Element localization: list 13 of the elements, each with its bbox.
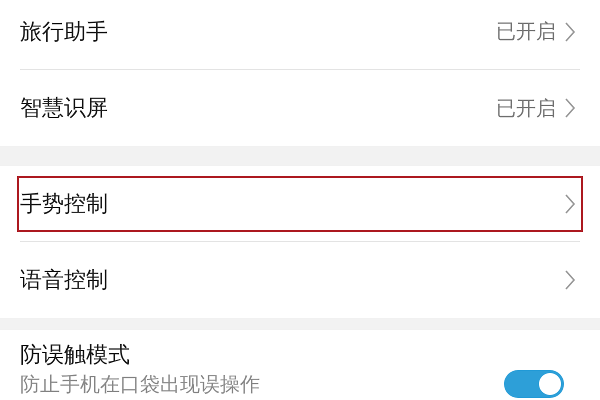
chevron-icon[interactable] — [564, 192, 576, 214]
toggle-switch[interactable] — [504, 370, 564, 398]
status-text: 已开启 — [496, 18, 556, 45]
setting-title: 防误触模式 — [20, 342, 131, 370]
setting-title: 手势控制 — [20, 190, 109, 218]
chevron-icon[interactable] — [564, 269, 576, 291]
chevron-icon[interactable] — [564, 97, 576, 119]
chevron-icon[interactable] — [564, 20, 576, 42]
setting-title: 语音控制 — [20, 267, 109, 295]
setting-title: 旅行助手 — [20, 18, 109, 46]
setting-title: 智慧识屏 — [20, 95, 109, 123]
setting-description: 防止手机在口袋出现误操作 — [20, 372, 261, 396]
status-text: 已开启 — [496, 94, 556, 122]
